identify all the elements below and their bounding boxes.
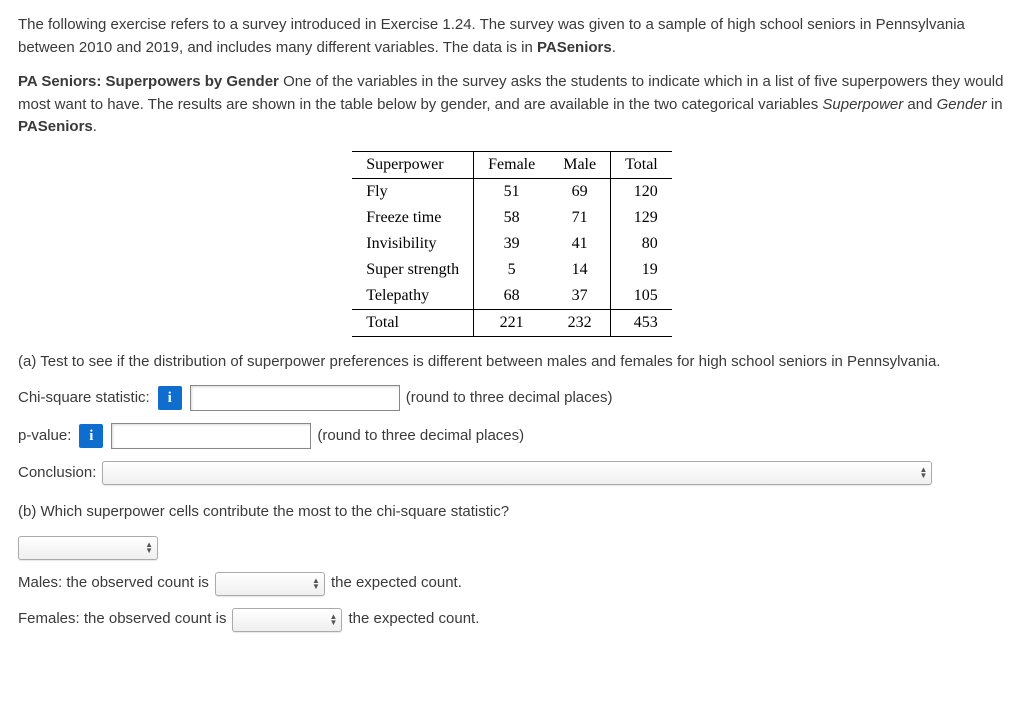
stepper-icon: ▲▼ <box>145 542 153 554</box>
intro-paragraph: The following exercise refers to a surve… <box>18 14 1006 59</box>
table-row: Fly 51 69 120 <box>352 178 672 205</box>
cell: 453 <box>611 309 672 336</box>
chi-square-hint: (round to three decimal places) <box>406 387 613 410</box>
stepper-icon: ▲▼ <box>919 467 927 479</box>
cell: 39 <box>474 231 550 257</box>
males-select[interactable]: ▲▼ <box>215 572 325 596</box>
cell: 120 <box>611 178 672 205</box>
cell: 37 <box>549 283 610 310</box>
part-b-prompt: (b) Which superpower cells contribute th… <box>18 501 1006 524</box>
description-text-c: . <box>93 118 97 135</box>
cell: 80 <box>611 231 672 257</box>
cell: 58 <box>474 205 550 231</box>
cell: Super strength <box>352 257 473 283</box>
info-icon[interactable]: i <box>158 386 182 410</box>
intro-dataset: PASeniors <box>537 39 612 56</box>
cell: Fly <box>352 178 473 205</box>
table-row: Invisibility 39 41 80 <box>352 231 672 257</box>
cell: Telepathy <box>352 283 473 310</box>
intro-text-b: . <box>612 39 616 56</box>
table-row: Super strength 5 14 19 <box>352 257 672 283</box>
cell: 41 <box>549 231 610 257</box>
cell: 129 <box>611 205 672 231</box>
cell: Freeze time <box>352 205 473 231</box>
which-superpower-select[interactable]: ▲▼ <box>18 536 158 560</box>
p-value-label: p-value: <box>18 425 71 448</box>
part-a-prompt: (a) Test to see if the distribution of s… <box>18 351 1006 374</box>
p-value-row: p-value: i (round to three decimal place… <box>18 423 1006 449</box>
th-female: Female <box>474 151 550 178</box>
cell: Total <box>352 309 473 336</box>
description-text-b: in <box>987 96 1003 113</box>
cell: Invisibility <box>352 231 473 257</box>
conclusion-label: Conclusion: <box>18 462 96 485</box>
cell: 14 <box>549 257 610 283</box>
cell: 105 <box>611 283 672 310</box>
description-dataset: PASeniors <box>18 118 93 135</box>
table-total-row: Total 221 232 453 <box>352 309 672 336</box>
cell: 221 <box>474 309 550 336</box>
females-row: Females: the observed count is ▲▼ the ex… <box>18 608 1006 632</box>
cell: 232 <box>549 309 610 336</box>
cell: 71 <box>549 205 610 231</box>
chi-square-input[interactable] <box>190 385 400 411</box>
description-title: PA Seniors: Superpowers by Gender <box>18 73 279 90</box>
stepper-icon: ▲▼ <box>330 614 338 626</box>
cell: 19 <box>611 257 672 283</box>
table-header-row: Superpower Female Male Total <box>352 151 672 178</box>
males-row: Males: the observed count is ▲▼ the expe… <box>18 572 1006 596</box>
females-suffix: the expected count. <box>348 608 479 631</box>
table-row: Telepathy 68 37 105 <box>352 283 672 310</box>
info-icon[interactable]: i <box>79 424 103 448</box>
p-value-input[interactable] <box>111 423 311 449</box>
chi-square-label: Chi-square statistic: <box>18 387 150 410</box>
conclusion-row: Conclusion: ▲▼ <box>18 461 1006 485</box>
cell: 51 <box>474 178 550 205</box>
cell: 68 <box>474 283 550 310</box>
p-value-hint: (round to three decimal places) <box>317 425 524 448</box>
th-superpower: Superpower <box>352 151 473 178</box>
chi-square-row: Chi-square statistic: i (round to three … <box>18 385 1006 411</box>
stepper-icon: ▲▼ <box>312 578 320 590</box>
females-label: Females: the observed count is <box>18 608 226 631</box>
cell: 69 <box>549 178 610 205</box>
th-male: Male <box>549 151 610 178</box>
cell: 5 <box>474 257 550 283</box>
description-and: and <box>903 96 936 113</box>
which-superpower-row: ▲▼ <box>18 536 1006 560</box>
variable-gender: Gender <box>937 96 987 113</box>
conclusion-select[interactable]: ▲▼ <box>102 461 932 485</box>
intro-text-a: The following exercise refers to a surve… <box>18 16 965 56</box>
females-select[interactable]: ▲▼ <box>232 608 342 632</box>
males-label: Males: the observed count is <box>18 572 209 595</box>
males-suffix: the expected count. <box>331 572 462 595</box>
th-total: Total <box>611 151 672 178</box>
description-paragraph: PA Seniors: Superpowers by Gender One of… <box>18 71 1006 139</box>
variable-superpower: Superpower <box>822 96 903 113</box>
superpower-table: Superpower Female Male Total Fly 51 69 1… <box>352 151 672 337</box>
table-row: Freeze time 58 71 129 <box>352 205 672 231</box>
